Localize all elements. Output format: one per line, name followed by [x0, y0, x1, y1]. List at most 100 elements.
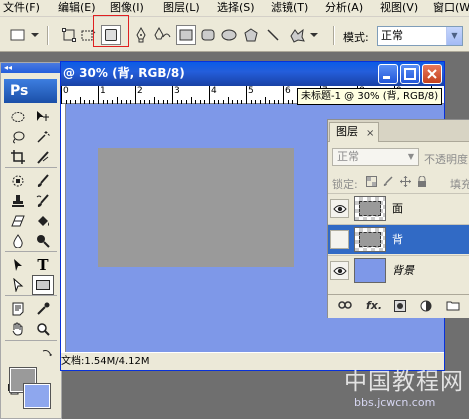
menu-bar: 文件(F) 编辑(E) 图像(I) 图层(L) 选择(S) 滤镜(T) 分析(A…: [0, 0, 469, 17]
ruler-label: 3: [174, 86, 180, 96]
mask-icon[interactable]: [394, 300, 406, 315]
menu-view[interactable]: 视图(V): [380, 1, 418, 15]
blur-tool-icon[interactable]: [7, 231, 29, 251]
minimize-button[interactable]: [378, 64, 398, 84]
document-title: @ 30% (背, RGB/8): [63, 66, 185, 80]
polygon-icon[interactable]: [242, 25, 260, 45]
custom-shape-icon[interactable]: [287, 25, 319, 45]
crop-tool-icon[interactable]: [7, 147, 29, 167]
rounded-rectangle-icon[interactable]: [199, 25, 217, 45]
history-brush-icon[interactable]: [32, 191, 54, 211]
blend-mode-value: 正常: [337, 150, 359, 163]
adjustment-icon[interactable]: [420, 300, 432, 315]
dodge-tool-icon[interactable]: [32, 231, 54, 251]
lock-label: 锁定:: [332, 178, 358, 191]
toolbox: ◂◂ Ps T: [0, 62, 62, 419]
layer-name: 背景: [392, 264, 414, 277]
line-icon[interactable]: [264, 25, 282, 45]
layer-name: 面: [392, 202, 403, 215]
mode-select[interactable]: 正常 ▼: [377, 26, 463, 46]
toolbox-divider: [5, 167, 57, 168]
fx-icon[interactable]: fx.: [366, 300, 382, 312]
ruler-label: 0: [63, 86, 69, 96]
fill-label: 填充: [450, 178, 469, 191]
separator: [333, 26, 335, 45]
document-title-bar[interactable]: @ 30% (背, RGB/8): [61, 62, 444, 86]
swap-colors-icon[interactable]: [41, 348, 53, 363]
menu-analysis[interactable]: 分析(A): [325, 1, 363, 15]
rectangle-icon[interactable]: [176, 25, 196, 45]
toolbox-collapse-grip[interactable]: ◂◂: [1, 63, 61, 73]
gray-rectangle-shape[interactable]: [98, 148, 294, 267]
paint-bucket-icon[interactable]: [32, 211, 54, 231]
lock-transparent-icon[interactable]: [366, 176, 377, 191]
menu-filter[interactable]: 滤镜(T): [271, 1, 308, 15]
lock-position-icon[interactable]: [400, 176, 411, 191]
menu-window[interactable]: 窗口(W): [433, 1, 469, 15]
menu-image[interactable]: 图像(I): [110, 1, 144, 15]
notes-tool-icon[interactable]: [7, 299, 29, 319]
close-button[interactable]: [422, 64, 442, 84]
path-selection-icon[interactable]: [7, 255, 29, 275]
eraser-tool-icon[interactable]: [7, 211, 29, 231]
eye-icon: [332, 204, 347, 213]
watermark-url: bbs.jcwcn.com: [354, 396, 436, 409]
freeform-pen-icon[interactable]: [152, 25, 172, 45]
layer-thumbnail: [354, 227, 386, 252]
close-icon[interactable]: ×: [366, 125, 374, 143]
eye-icon: [332, 266, 347, 275]
direct-selection-icon[interactable]: [7, 275, 29, 295]
visibility-toggle[interactable]: [330, 261, 349, 280]
eyedropper-icon[interactable]: [32, 299, 54, 319]
highlight-box: [93, 15, 129, 47]
hand-tool-icon[interactable]: [7, 319, 29, 339]
tooltip-text: 未标题-1 @ 30% (背, RGB/8): [301, 91, 439, 102]
background-color-swatch[interactable]: [23, 383, 51, 409]
visibility-toggle[interactable]: [330, 230, 349, 249]
lock-all-icon[interactable]: [417, 175, 427, 191]
move-tool-icon[interactable]: [32, 107, 54, 127]
ps-logo[interactable]: Ps: [4, 79, 57, 103]
layer-thumbnail-shape: [359, 232, 381, 247]
layer-row[interactable]: 背景: [328, 255, 469, 285]
shape-layers-icon[interactable]: [60, 25, 78, 45]
toolbox-divider: [5, 340, 57, 341]
type-tool-icon[interactable]: T: [32, 255, 54, 275]
marquee-tool-icon[interactable]: [7, 107, 29, 127]
layer-row-selected[interactable]: 背: [328, 224, 469, 254]
healing-brush-icon[interactable]: [7, 171, 29, 191]
ellipse-icon[interactable]: [220, 25, 238, 45]
lock-image-icon[interactable]: [383, 176, 394, 191]
lasso-tool-icon[interactable]: [7, 127, 29, 147]
chevron-down-icon: ▼: [407, 152, 415, 161]
brush-tool-icon[interactable]: [32, 171, 54, 191]
layers-panel-footer: fx.: [328, 294, 469, 318]
watermark-text: 中国教程网: [344, 369, 464, 395]
layers-panel: 图层 × 正常 ▼ 不透明度 锁定: 填充 面 背 背景 fx.: [327, 119, 469, 318]
menu-select[interactable]: 选择(S): [217, 1, 255, 15]
layer-thumbnail: [354, 196, 386, 221]
magic-wand-icon[interactable]: [32, 127, 54, 147]
rectangle-tool-icon[interactable]: [32, 275, 54, 295]
layer-thumbnail: [354, 258, 386, 283]
link-icon[interactable]: [338, 300, 352, 313]
document-tooltip: 未标题-1 @ 30% (背, RGB/8): [297, 88, 443, 105]
layer-row[interactable]: 面: [328, 193, 469, 223]
layer-name: 背: [392, 233, 403, 246]
toolbox-divider: [5, 295, 57, 296]
tool-preset-picker[interactable]: [8, 25, 40, 45]
menu-file[interactable]: 文件(F): [3, 1, 40, 15]
menu-layer[interactable]: 图层(L): [163, 1, 200, 15]
slice-tool-icon[interactable]: [32, 147, 54, 167]
zoom-tool-icon[interactable]: [32, 319, 54, 339]
toolbox-divider: [5, 251, 57, 252]
blend-mode-select[interactable]: 正常 ▼: [332, 148, 419, 166]
maximize-button[interactable]: [400, 64, 420, 84]
visibility-toggle[interactable]: [330, 199, 349, 218]
group-icon[interactable]: [446, 300, 460, 314]
chevron-down-icon: ▼: [446, 27, 462, 45]
tab-layers[interactable]: 图层 ×: [329, 122, 379, 142]
menu-edit[interactable]: 编辑(E): [58, 1, 96, 15]
pen-icon[interactable]: [133, 25, 149, 45]
clone-stamp-icon[interactable]: [7, 191, 29, 211]
